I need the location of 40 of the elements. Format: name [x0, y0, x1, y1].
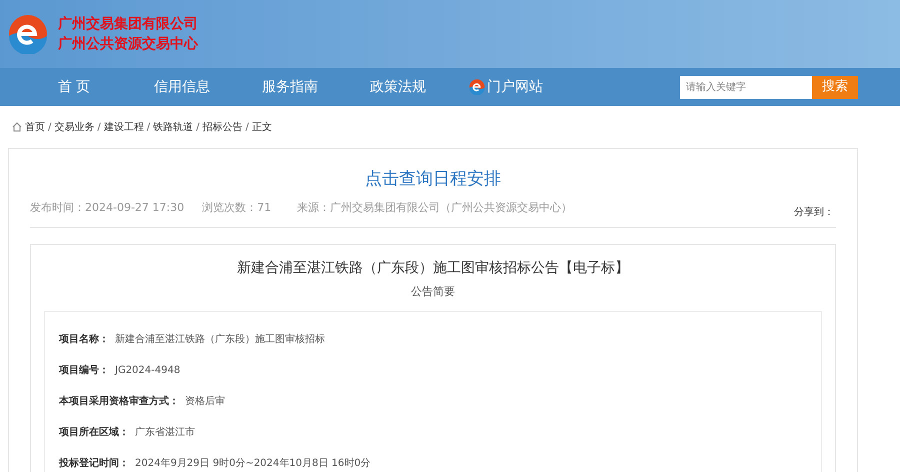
breadcrumb-link[interactable]: 建设工程 [104, 120, 144, 134]
nav-link[interactable]: 信用信息 [128, 76, 236, 98]
nav-link[interactable]: 首 页 [20, 76, 128, 98]
field-value: 2024年9月29日 9时0分~2024年10月8日 16时0分 [135, 456, 371, 471]
field-value: 新建合浦至湛江铁路（广东段）施工图审核招标 [115, 332, 325, 347]
field-label: 项目编号： [59, 364, 109, 378]
breadcrumb-link[interactable]: 交易业务 [54, 120, 94, 134]
organization-name: 广州公共资源交易中心 [58, 34, 198, 54]
field-value: 资格后审 [185, 394, 225, 409]
field-label: 投标登记时间： [59, 456, 129, 471]
logo-icon [469, 79, 485, 95]
organization-name: 广州交易集团有限公司 [58, 14, 198, 34]
breadcrumb-link[interactable]: 铁路轨道 [153, 120, 194, 134]
breadcrumb-separator: / [146, 120, 150, 134]
breadcrumb-link[interactable]: 正文 [252, 120, 272, 134]
notice-subtitle: 公告简要 [410, 284, 456, 300]
nav-link[interactable]: 政策法规 [344, 76, 452, 98]
breadcrumb-separator: / [97, 120, 101, 134]
field-label: 项目所在区域： [59, 426, 129, 440]
field-value: 广东省湛江市 [135, 426, 195, 440]
breadcrumb-separator: / [246, 120, 249, 134]
meta-text: 发布时间：2024-09-27 17:30 [30, 200, 184, 216]
nav-link[interactable]: 门户网站 [452, 76, 560, 98]
share-label: 分享到： [794, 206, 834, 220]
home-icon [12, 122, 22, 132]
article-title[interactable]: 点击查询日程安排 [30, 167, 836, 195]
field-label: 项目名称： [59, 332, 109, 347]
meta-text: 来源：广州交易集团有限公司（广州公共资源交易中心） [297, 200, 572, 216]
meta-text: 浏览次数：71 [202, 200, 272, 216]
breadcrumb-separator: / [196, 120, 200, 134]
search-field[interactable]: 请输入关键字 [680, 76, 812, 98]
breadcrumb-link[interactable]: 首页 [25, 120, 45, 134]
notice-title: 新建合浦至湛江铁路（广东段）施工图审核招标公告【电子标】 [236, 259, 630, 278]
logo-icon [8, 14, 48, 54]
breadcrumb-link[interactable]: 招标公告 [202, 120, 242, 134]
field-value: JG2024-4948 [115, 364, 180, 378]
search-button[interactable]: 搜索 [812, 76, 858, 98]
nav-link[interactable]: 服务指南 [236, 76, 344, 98]
field-label: 本项目采用资格审查方式： [59, 394, 179, 409]
breadcrumb-separator: / [48, 120, 52, 134]
